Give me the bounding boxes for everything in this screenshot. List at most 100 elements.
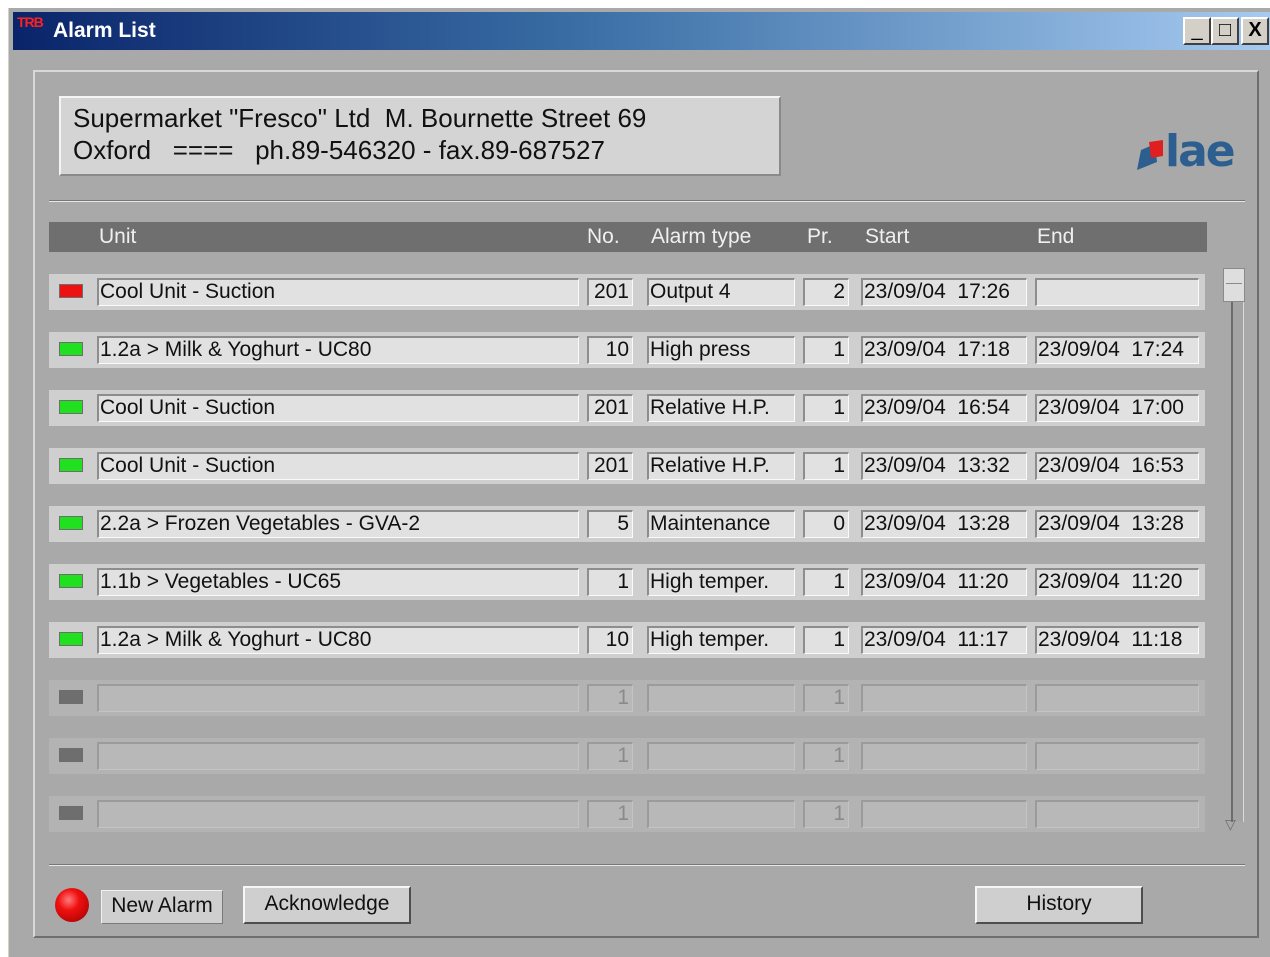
start-time-field bbox=[861, 800, 1027, 828]
title-bar[interactable]: TRB Alarm List _ □ X bbox=[13, 12, 1270, 50]
status-led-icon bbox=[59, 342, 83, 356]
unit-field: 2.2a > Frozen Vegetables - GVA-2 bbox=[97, 510, 579, 538]
alarm-row[interactable]: Cool Unit - Suction 201 Relative H.P. 1 23/0… bbox=[49, 448, 1205, 484]
app-icon: TRB bbox=[17, 14, 44, 30]
number-field: 201 bbox=[587, 452, 633, 480]
start-time-field: 23/09/04 13:28 bbox=[861, 510, 1027, 538]
priority-field: 1 bbox=[803, 800, 849, 828]
priority-field: 1 bbox=[803, 568, 849, 596]
column-header: Unit No. Alarm type Pr. Start End bbox=[49, 222, 1207, 252]
start-time-field bbox=[861, 684, 1027, 712]
unit-field: 1.1b > Vegetables - UC65 bbox=[97, 568, 579, 596]
alarm-list-window: TRB Alarm List _ □ X Supermarket "Fresco… bbox=[8, 8, 1270, 957]
close-button[interactable]: X bbox=[1241, 17, 1269, 45]
start-time-field bbox=[861, 742, 1027, 770]
priority-field: 1 bbox=[803, 742, 849, 770]
start-time-field: 23/09/04 11:17 bbox=[861, 626, 1027, 654]
end-time-field bbox=[1035, 800, 1199, 828]
alarm-type-field: Relative H.P. bbox=[647, 452, 795, 480]
number-field: 201 bbox=[587, 278, 633, 306]
alarm-type-field: High temper. bbox=[647, 626, 795, 654]
bottom-divider bbox=[49, 864, 1245, 866]
end-time-field: 23/09/04 16:53 bbox=[1035, 452, 1199, 480]
number-field: 201 bbox=[587, 394, 633, 422]
status-led-icon bbox=[59, 284, 83, 298]
priority-field: 1 bbox=[803, 626, 849, 654]
number-field: 1 bbox=[587, 684, 633, 712]
alarm-row[interactable]: Cool Unit - Suction 201 Relative H.P. 1 23/0… bbox=[49, 390, 1205, 426]
alarm-type-field: Maintenance bbox=[647, 510, 795, 538]
number-field: 10 bbox=[587, 626, 633, 654]
priority-field: 1 bbox=[803, 452, 849, 480]
alarm-row[interactable]: 11 bbox=[49, 738, 1205, 774]
status-led-icon bbox=[59, 458, 83, 472]
maximize-button[interactable]: □ bbox=[1211, 17, 1239, 45]
alarm-row[interactable]: 11 bbox=[49, 680, 1205, 716]
number-field: 1 bbox=[587, 800, 633, 828]
alarm-row[interactable]: 1.2a > Milk & Yoghurt - UC80 10 High press… bbox=[49, 332, 1205, 368]
unit-field bbox=[97, 742, 579, 770]
end-time-field: 23/09/04 11:20 bbox=[1035, 568, 1199, 596]
col-priority: Pr. bbox=[807, 225, 833, 248]
col-unit: Unit bbox=[99, 225, 137, 248]
new-alarm-label: New Alarm bbox=[101, 890, 223, 924]
alarm-row[interactable]: 1.2a > Milk & Yoghurt - UC80 10 High tempe… bbox=[49, 622, 1205, 658]
alarm-row[interactable]: 2.2a > Frozen Vegetables - GVA-2 5 Mainten… bbox=[49, 506, 1205, 542]
status-led-icon bbox=[59, 748, 83, 762]
status-led-icon bbox=[59, 516, 83, 530]
unit-field bbox=[97, 684, 579, 712]
alarm-row[interactable]: 1.1b > Vegetables - UC65 1 High temper. 1 23… bbox=[49, 564, 1205, 600]
col-alarm-type: Alarm type bbox=[651, 225, 752, 248]
end-time-field: 23/09/04 11:18 bbox=[1035, 626, 1199, 654]
site-info-line-2: Oxford ==== ph.89-546320 - fax.89-687527 bbox=[73, 135, 605, 165]
unit-field: 1.2a > Milk & Yoghurt - UC80 bbox=[97, 626, 579, 654]
end-time-field: 23/09/04 13:28 bbox=[1035, 510, 1199, 538]
scroll-track[interactable] bbox=[1231, 302, 1244, 822]
end-time-field bbox=[1035, 278, 1199, 306]
scroll-down-icon[interactable]: ▽ bbox=[1225, 816, 1236, 833]
alarm-lamp-icon bbox=[55, 888, 89, 922]
status-led-icon bbox=[59, 574, 83, 588]
number-field: 5 bbox=[587, 510, 633, 538]
status-led-icon bbox=[59, 806, 83, 820]
minimize-button[interactable]: _ bbox=[1183, 17, 1211, 45]
end-time-field: 23/09/04 17:24 bbox=[1035, 336, 1199, 364]
alarm-type-field bbox=[647, 800, 795, 828]
unit-field: 1.2a > Milk & Yoghurt - UC80 bbox=[97, 336, 579, 364]
start-time-field: 23/09/04 11:20 bbox=[861, 568, 1027, 596]
top-divider bbox=[49, 200, 1245, 202]
scroll-thumb[interactable] bbox=[1223, 268, 1245, 302]
unit-field bbox=[97, 800, 579, 828]
alarm-type-field: High temper. bbox=[647, 568, 795, 596]
site-info-box: Supermarket "Fresco" Ltd M. Bournette St… bbox=[59, 96, 781, 176]
start-time-field: 23/09/04 17:26 bbox=[861, 278, 1027, 306]
number-field: 10 bbox=[587, 336, 633, 364]
alarm-type-field: Output 4 bbox=[647, 278, 795, 306]
end-time-field: 23/09/04 17:00 bbox=[1035, 394, 1199, 422]
priority-field: 2 bbox=[803, 278, 849, 306]
status-led-icon bbox=[59, 690, 83, 704]
col-end: End bbox=[1037, 225, 1075, 248]
end-time-field bbox=[1035, 684, 1199, 712]
vertical-scrollbar[interactable]: ▽ bbox=[1223, 268, 1245, 840]
unit-field: Cool Unit - Suction bbox=[97, 278, 579, 306]
end-time-field bbox=[1035, 742, 1199, 770]
history-button[interactable]: History bbox=[975, 886, 1143, 924]
alarm-row[interactable]: 11 bbox=[49, 796, 1205, 832]
alarm-type-field bbox=[647, 742, 795, 770]
start-time-field: 23/09/04 16:54 bbox=[861, 394, 1027, 422]
start-time-field: 23/09/04 13:32 bbox=[861, 452, 1027, 480]
start-time-field: 23/09/04 17:18 bbox=[861, 336, 1027, 364]
col-start: Start bbox=[865, 225, 910, 248]
unit-field: Cool Unit - Suction bbox=[97, 394, 579, 422]
window-title: Alarm List bbox=[53, 19, 156, 42]
alarm-type-field bbox=[647, 684, 795, 712]
priority-field: 1 bbox=[803, 336, 849, 364]
acknowledge-button[interactable]: Acknowledge bbox=[243, 886, 411, 924]
lae-logo: lae bbox=[1133, 126, 1243, 177]
col-no: No. bbox=[587, 225, 620, 248]
alarm-row[interactable]: Cool Unit - Suction 201 Output 4 2 23/09/04 … bbox=[49, 274, 1205, 310]
logo-text: lae bbox=[1165, 126, 1236, 177]
alarm-type-field: Relative H.P. bbox=[647, 394, 795, 422]
status-led-icon bbox=[59, 400, 83, 414]
